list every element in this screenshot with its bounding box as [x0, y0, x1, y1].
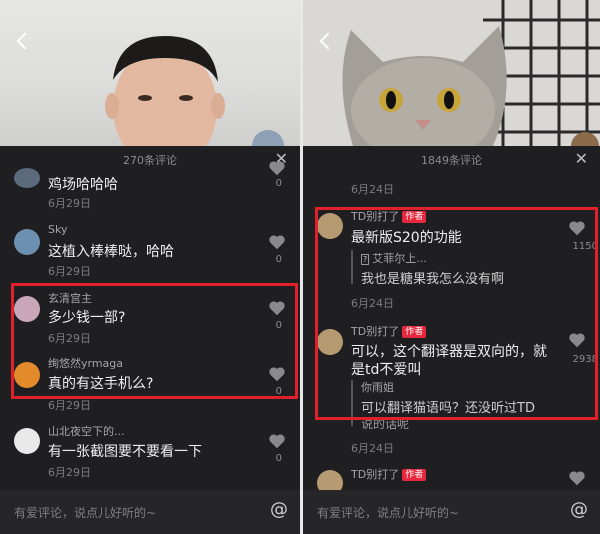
heart-icon[interactable] [268, 160, 286, 176]
close-icon[interactable]: ✕ [575, 149, 588, 168]
sheet-header: 270条评论 ✕ [0, 146, 300, 174]
like-count: 0 [275, 254, 282, 265]
heart-icon[interactable] [268, 234, 286, 250]
comment-text: 有一张截图要不要看一下 [48, 444, 202, 460]
like-count: 0 [275, 178, 282, 189]
comment-date: 6月29日 [48, 197, 91, 210]
video-preview[interactable] [0, 0, 300, 146]
cat-image [303, 0, 600, 146]
avatar[interactable] [14, 229, 40, 255]
highlight-box [11, 283, 298, 399]
like-count: 0 [275, 453, 282, 464]
sheet-header: 1849条评论 ✕ [303, 146, 600, 174]
comment-date: 6月24日 [351, 183, 394, 196]
username[interactable]: Sky [48, 223, 67, 236]
person-face-image [105, 36, 284, 146]
right-screenshot: 1849条评论 ✕ 6月24日 TD别打了 作者 最新版S20的功能 ? 艾菲尔上.… [303, 0, 600, 534]
heart-icon[interactable] [268, 433, 286, 449]
comment-input-placeholder[interactable]: 有爱评论，说点儿好听的~ [14, 504, 156, 521]
mention-icon[interactable]: @ [570, 499, 588, 520]
left-screenshot: 270条评论 ✕ 鸡场哈哈哈 6月29日 0 Sky 这植入棒棒哒，哈哈 6月2… [0, 0, 300, 534]
username[interactable]: 山北夜空下的... [48, 423, 125, 439]
highlight-box [315, 207, 598, 420]
comment-date: 6月29日 [48, 466, 91, 479]
avatar[interactable] [14, 428, 40, 454]
comment-input-bar[interactable]: 有爱评论，说点儿好听的~ @ [0, 490, 300, 534]
comment-text: 这植入棒棒哒，哈哈 [48, 244, 174, 260]
back-icon[interactable] [12, 30, 36, 54]
comment-count: 1849条评论 [421, 154, 482, 167]
author-tag: 作者 [402, 469, 427, 481]
comment-date: 6月24日 [351, 442, 394, 455]
comment-date: 6月29日 [48, 399, 91, 412]
comment-text: 鸡场哈哈哈 [48, 177, 118, 193]
avatar[interactable] [14, 168, 40, 188]
comment-input-bar[interactable]: 有爱评论，说点儿好听的~ @ [303, 490, 600, 534]
heart-icon[interactable] [568, 470, 586, 486]
comment-input-placeholder[interactable]: 有爱评论，说点儿好听的~ [317, 504, 459, 521]
comment-count: 270条评论 [123, 154, 177, 167]
username[interactable]: TD别打了 作者 [351, 466, 427, 482]
username-text: TD别打了 [351, 468, 400, 481]
mention-icon[interactable]: @ [270, 499, 288, 520]
back-icon[interactable] [315, 30, 339, 54]
video-preview[interactable] [303, 0, 600, 146]
comment-date: 6月29日 [48, 265, 91, 278]
